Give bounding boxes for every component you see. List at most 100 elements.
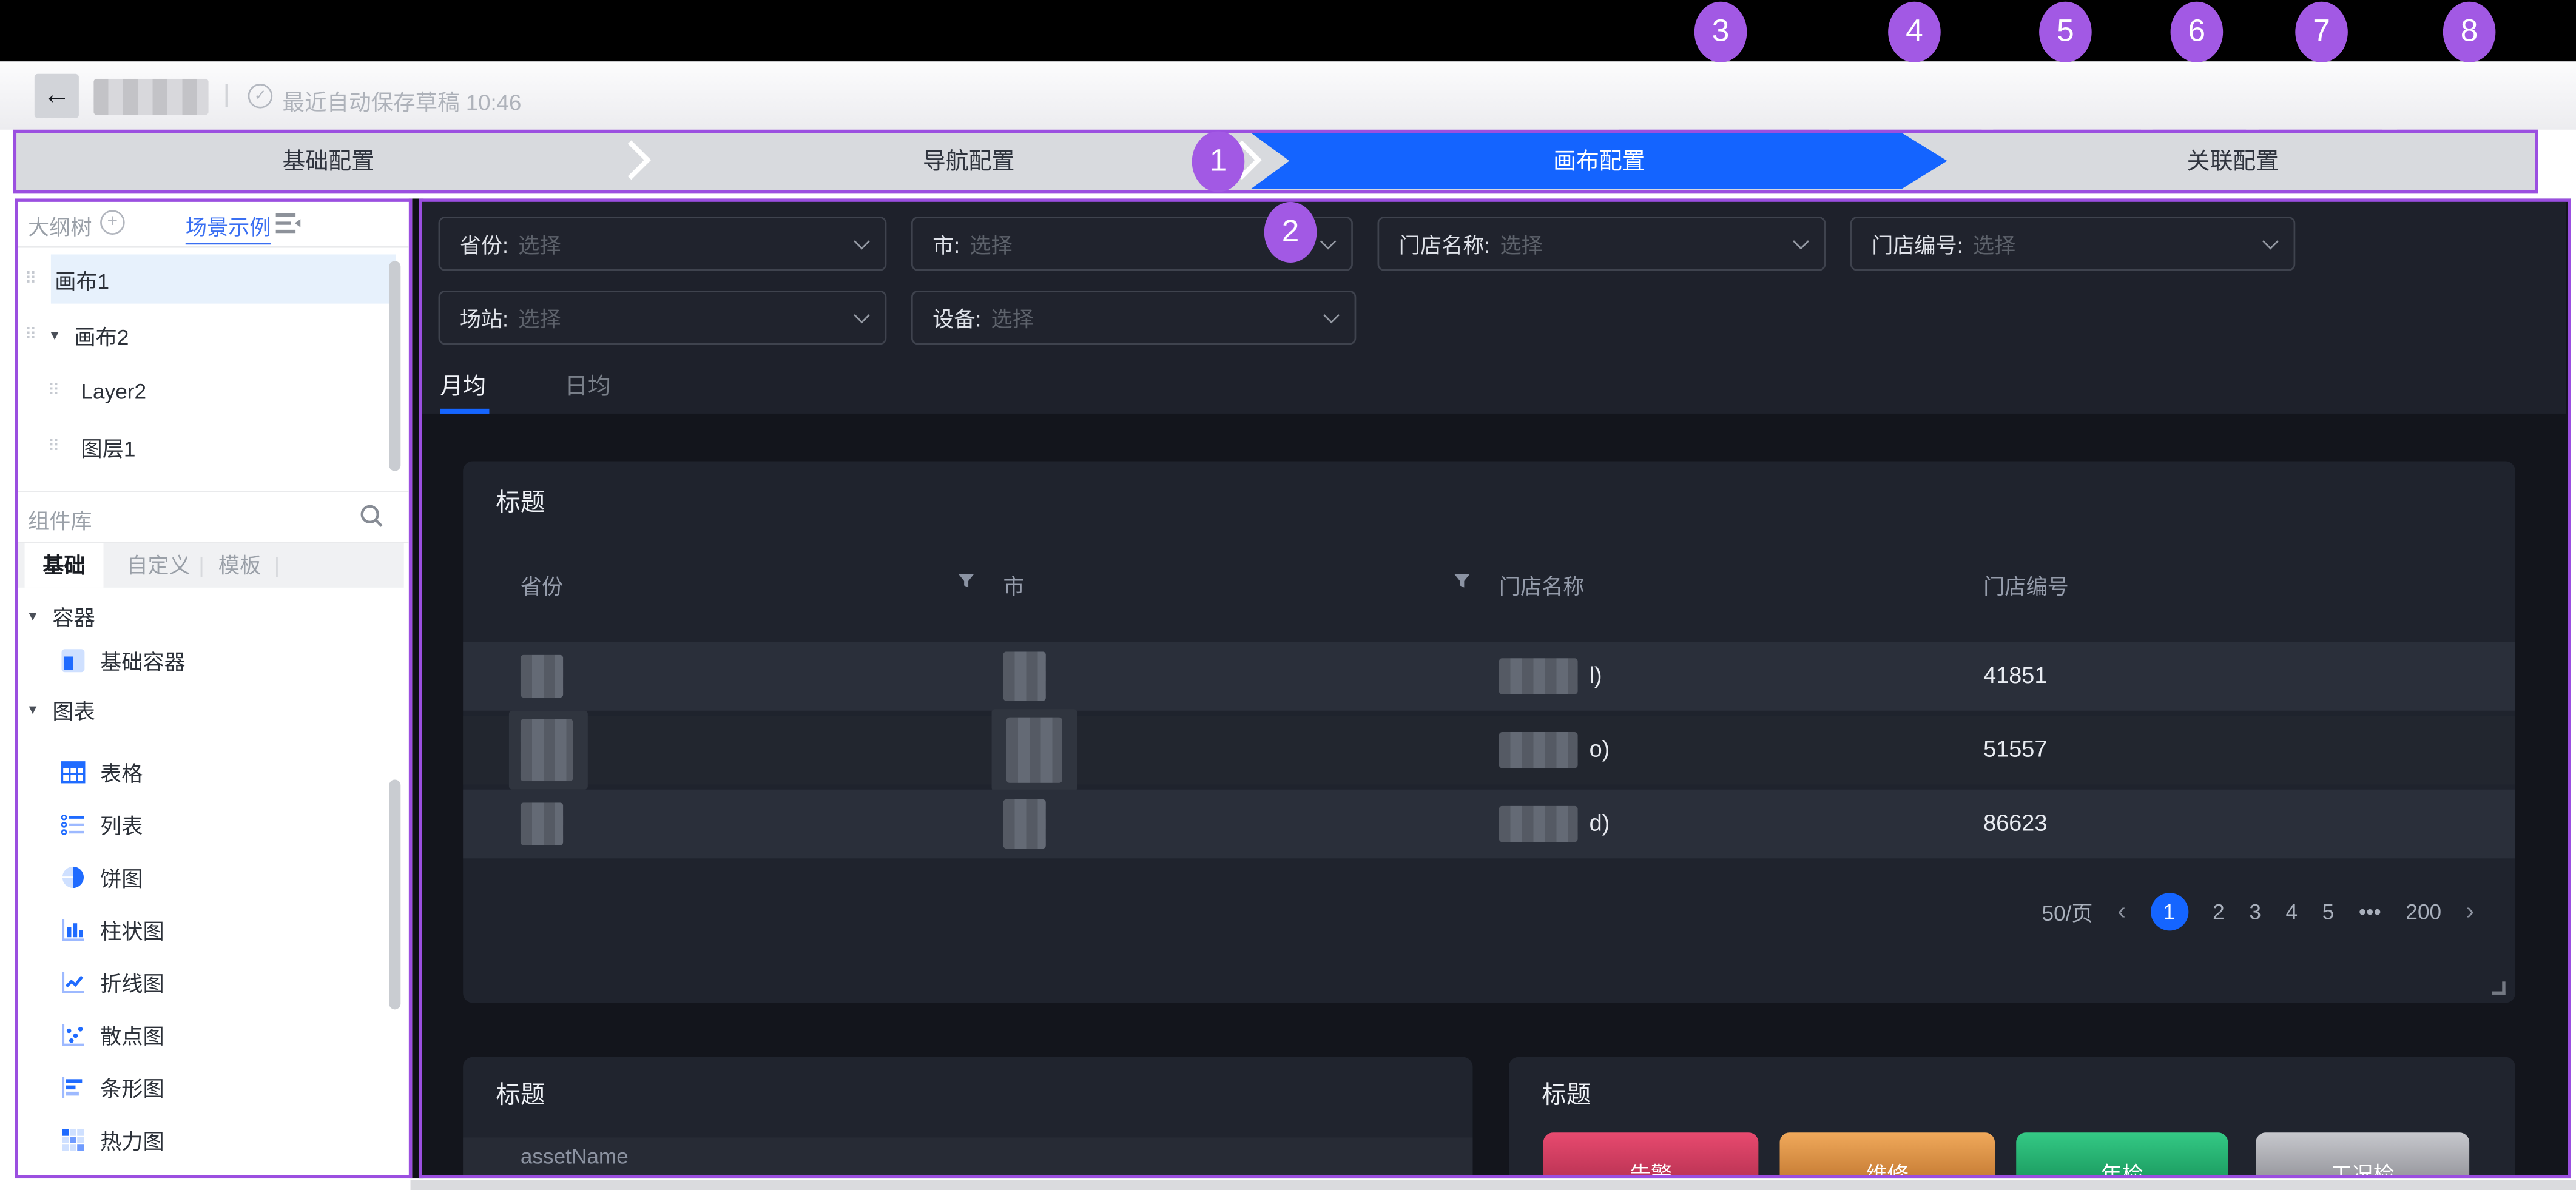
column-header-city[interactable]: 市 xyxy=(1003,570,1024,600)
filter-placeholder: 选择 xyxy=(991,302,1313,333)
drag-handle-icon[interactable]: ⠿ xyxy=(25,270,35,288)
collapse-panel-icon[interactable] xyxy=(274,212,302,235)
check-circle-icon: ✓ xyxy=(248,84,273,109)
tree-scrollbar[interactable] xyxy=(389,261,400,471)
filter-device[interactable]: 设备: 选择 xyxy=(911,291,1356,345)
column-header-province[interactable]: 省份 xyxy=(521,570,563,600)
next-page-button[interactable]: › xyxy=(2466,898,2475,926)
component-list[interactable]: 列表 xyxy=(18,802,404,845)
pie-chart-icon xyxy=(61,864,86,889)
widget-title: 标题 xyxy=(496,1077,545,1111)
component-line-chart[interactable]: 折线图 xyxy=(18,960,404,1003)
status-pill-gray[interactable]: 工况检 xyxy=(2256,1132,2469,1178)
component-label: 表格 xyxy=(100,756,143,787)
tab-nav-config[interactable]: 导航配置 xyxy=(723,133,1215,189)
tree-item-label: 画布1 xyxy=(55,263,109,294)
search-icon[interactable] xyxy=(360,504,385,529)
scene-example-link[interactable]: 场景示例 xyxy=(186,210,271,244)
tree-item-canvas1[interactable]: ⠿ 画布1 xyxy=(18,258,404,300)
filter-funnel-icon[interactable] xyxy=(957,571,976,591)
status-pill-green[interactable]: 年检 xyxy=(2016,1132,2228,1178)
filter-placeholder: 选择 xyxy=(969,228,1310,259)
component-column-chart[interactable]: 柱状图 xyxy=(18,908,404,950)
column-chart-icon xyxy=(61,916,86,941)
resize-handle[interactable] xyxy=(2492,981,2506,995)
drag-handle-icon[interactable]: ⠿ xyxy=(47,437,58,455)
annotation-badge-8: 8 xyxy=(2443,2,2496,62)
tree-caret-icon[interactable]: ▼ xyxy=(48,328,61,342)
component-label: 环形仪表盘 xyxy=(100,1173,207,1178)
filter-funnel-icon[interactable] xyxy=(1453,571,1471,591)
library-tab-bar: 基础 自定义 | 模板 | xyxy=(18,543,404,588)
page-4[interactable]: 4 xyxy=(2285,899,2298,924)
bar-chart-icon xyxy=(61,1074,86,1099)
library-scrollbar[interactable] xyxy=(389,779,400,1009)
chevron-down-icon xyxy=(854,234,870,250)
group-container[interactable]: ▼ 容器 xyxy=(18,597,404,634)
drag-handle-icon[interactable]: ⠿ xyxy=(47,382,58,400)
drag-handle-icon[interactable]: ⠿ xyxy=(25,326,35,344)
active-tab-underline xyxy=(440,409,489,414)
list-icon xyxy=(61,812,86,836)
component-ring-gauge[interactable]: 环形仪表盘 xyxy=(18,1167,404,1178)
component-basic-container[interactable]: 基础容器 xyxy=(18,639,404,681)
component-pie[interactable]: 饼图 xyxy=(18,855,404,898)
filter-province[interactable]: 省份: 选择 xyxy=(439,217,887,271)
toolbar-divider: | xyxy=(223,81,230,109)
annotation-badge-1: 1 xyxy=(1192,131,1245,192)
column-header-store-code[interactable]: 门店编号 xyxy=(1983,570,2069,600)
view-tab-daily[interactable]: 日均 xyxy=(565,369,611,402)
table-row[interactable]: d) 86623 xyxy=(463,790,2515,859)
app-root: ← | ✓ 最近自动保存草稿 10:46 如何配置单页应用? 其它 ▼ xyxy=(0,0,2576,1190)
tab-canvas-config-active[interactable]: 画布配置 xyxy=(1251,133,1947,189)
tab-basic-config[interactable]: 基础配置 xyxy=(82,133,575,189)
page-5[interactable]: 5 xyxy=(2322,899,2335,924)
status-pill-red[interactable]: 告警 xyxy=(1543,1132,1759,1178)
filter-store-code[interactable]: 门店编号: 选择 xyxy=(1850,217,2295,271)
chevron-down-icon xyxy=(1793,234,1809,250)
prev-page-button[interactable]: ‹ xyxy=(2117,898,2126,926)
component-bar-chart[interactable]: 条形图 xyxy=(18,1065,404,1108)
page-last[interactable]: 200 xyxy=(2406,899,2441,924)
page-ellipsis[interactable]: ••• xyxy=(2359,899,2381,924)
tree-item-layer1[interactable]: ⠿ 图层1 xyxy=(18,425,404,468)
table-row[interactable]: l) 41851 xyxy=(463,642,2515,711)
status-pill-orange[interactable]: 维修 xyxy=(1780,1132,1995,1178)
tab-custom[interactable]: 自定义 xyxy=(126,543,191,588)
status-widget-card: 标题 告警 维修 年检 工况检 xyxy=(1509,1057,2515,1178)
filter-store-name[interactable]: 门店名称: 选择 xyxy=(1378,217,1826,271)
component-table[interactable]: 表格 xyxy=(18,750,404,793)
filter-label: 门店名称: xyxy=(1399,228,1491,259)
filter-station[interactable]: 场站: 选择 xyxy=(439,291,887,345)
widget-title: 标题 xyxy=(496,484,545,519)
component-scatter-chart[interactable]: 散点图 xyxy=(18,1013,404,1055)
page-size[interactable]: 50/页 xyxy=(2042,896,2092,927)
tree-item-canvas2[interactable]: ⠿ ▼ 画布2 xyxy=(18,314,404,356)
tab-basic[interactable]: 基础 xyxy=(25,543,104,588)
page-3[interactable]: 3 xyxy=(2249,899,2261,924)
group-label: 容器 xyxy=(52,600,95,631)
column-header-store-name[interactable]: 门店名称 xyxy=(1499,570,1585,600)
filter-label: 设备: xyxy=(932,302,981,333)
group-charts[interactable]: ▼ 图表 xyxy=(18,691,404,727)
store-code-value: 51557 xyxy=(1983,735,2047,761)
ring-gauge-icon xyxy=(61,1176,86,1178)
component-label: 散点图 xyxy=(100,1018,164,1049)
filter-label: 场站: xyxy=(460,302,508,333)
redacted-cell xyxy=(1499,732,1578,768)
page-2[interactable]: 2 xyxy=(2213,899,2225,924)
line-chart-icon xyxy=(61,969,86,994)
view-tab-monthly[interactable]: 月均 xyxy=(440,369,486,402)
add-canvas-icon[interactable]: + xyxy=(100,210,125,235)
redacted-cell xyxy=(521,719,573,781)
page-1-current[interactable]: 1 xyxy=(2150,893,2188,930)
back-button[interactable]: ← xyxy=(35,74,79,118)
component-label: 折线图 xyxy=(100,966,164,997)
table-row[interactable]: o) 51557 xyxy=(463,716,2515,785)
autosave-status: 最近自动保存草稿 10:46 xyxy=(282,84,521,116)
tree-item-layer2[interactable]: ⠿ Layer2 xyxy=(18,369,404,412)
tab-template[interactable]: 模板 xyxy=(218,543,261,588)
tab-relation-config[interactable]: 关联配置 xyxy=(1987,133,2480,189)
component-heatmap[interactable]: 热力图 xyxy=(18,1118,404,1160)
component-label: 饼图 xyxy=(100,861,143,892)
